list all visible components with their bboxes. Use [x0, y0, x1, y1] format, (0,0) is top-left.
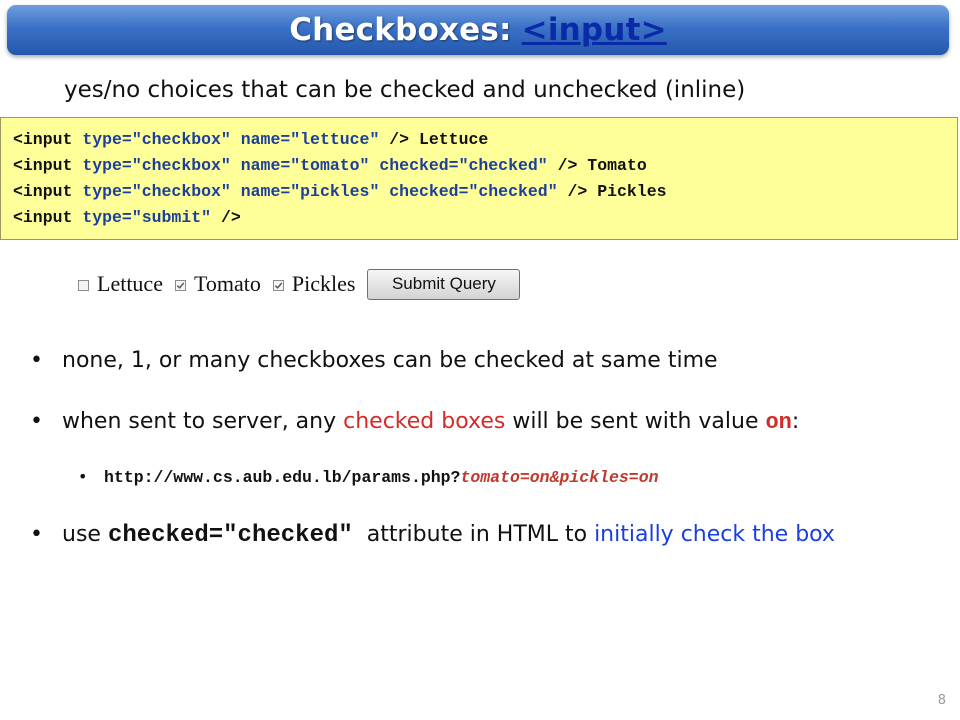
- code-box: <input type="checkbox" name="lettuce" />…: [0, 117, 958, 240]
- subtitle: yes/no choices that can be checked and u…: [64, 77, 746, 103]
- bullet-text: :: [791, 409, 800, 434]
- checkmark-icon: [176, 282, 185, 289]
- code-line: <input type="checkbox" name="lettuce" />…: [13, 127, 957, 153]
- code-checked-attr: checked="checked": [107, 522, 353, 549]
- lettuce-checkbox[interactable]: [78, 279, 89, 291]
- bullet-item: none, 1, or many checkboxes can be check…: [30, 344, 718, 378]
- bullet-text: will be sent with value: [505, 409, 766, 434]
- title-text: Checkboxes:: [289, 12, 512, 48]
- lettuce-label: Lettuce: [97, 271, 163, 296]
- code-line: <input type="checkbox" name="tomato" che…: [13, 153, 957, 179]
- code-line: <input type="submit" />: [13, 205, 957, 231]
- checkmark-icon: [274, 282, 283, 289]
- code-line: <input type="checkbox" name="pickles" ch…: [13, 179, 957, 205]
- page-number: 8: [937, 693, 946, 708]
- slide-title: Checkboxes: <input>: [289, 12, 667, 48]
- tomato-label: Tomato: [193, 271, 261, 296]
- bullet-text: when sent to server, any: [62, 409, 344, 434]
- code-tag-close: /> Lettuce: [379, 130, 489, 149]
- bullet-item: when sent to server, any checked boxes w…: [30, 405, 799, 440]
- checkbox-demo: Lettuce Tomato Pickles Submit Query: [78, 267, 521, 301]
- code-attrs: type="checkbox" name="pickles" checked="…: [82, 182, 558, 201]
- title-link[interactable]: <input>: [522, 12, 667, 48]
- submit-query-button[interactable]: Submit Query: [367, 268, 521, 300]
- title-bar: Checkboxes: <input>: [7, 5, 949, 55]
- code-attrs: type="checkbox" name="tomato" checked="c…: [82, 156, 548, 175]
- code-attrs: type="submit": [82, 208, 212, 227]
- sub-bullet-item: http://www.cs.aub.edu.lb/params.php?toma…: [78, 460, 659, 495]
- url-base: http://www.cs.aub.edu.lb/params.php?: [104, 468, 461, 487]
- pickles-checkbox[interactable]: [272, 279, 284, 291]
- code-tag-close: /> Pickles: [557, 182, 667, 201]
- pickles-label: Pickles: [291, 271, 356, 296]
- highlight-text: checked boxes: [343, 409, 506, 434]
- tomato-checkbox[interactable]: [174, 279, 186, 291]
- highlight-text: initially check the box: [594, 522, 835, 547]
- code-tag-close: /> Tomato: [547, 156, 647, 175]
- code-attrs: type="checkbox" name="lettuce": [82, 130, 380, 149]
- code-tag-open: <input: [13, 130, 83, 149]
- bullet-text: attribute in HTML to: [352, 522, 595, 547]
- code-tag-open: <input: [13, 208, 83, 227]
- bullet-item: use checked="checked" attribute in HTML …: [30, 518, 942, 553]
- code-value-on: on: [765, 410, 792, 435]
- url-query: tomato=on&pickles=on: [460, 468, 659, 487]
- code-tag-open: <input: [13, 182, 83, 201]
- code-tag-close: />: [211, 208, 241, 227]
- bullet-text: use: [62, 522, 108, 547]
- code-tag-open: <input: [13, 156, 83, 175]
